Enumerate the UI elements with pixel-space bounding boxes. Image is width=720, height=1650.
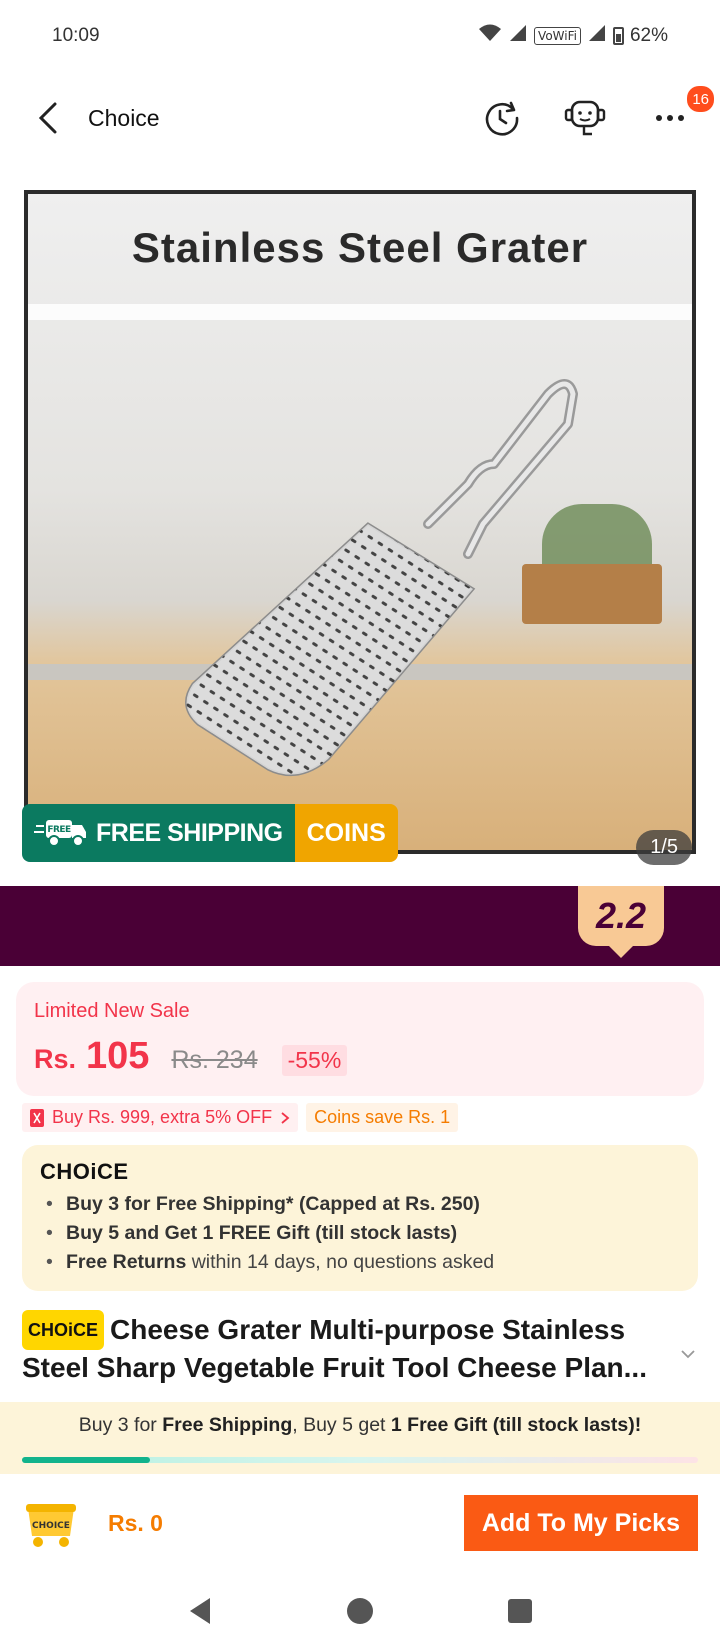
picks-total: Rs. 0 — [108, 1509, 163, 1536]
promo-tag: 2.2 — [578, 886, 664, 958]
header-actions: 16 — [480, 86, 714, 140]
promo-band[interactable]: 2.2 — [0, 886, 720, 966]
notification-badge: 16 — [687, 86, 714, 112]
bottom-bar: CHOICE Rs. 0 Add To My Picks — [0, 1474, 720, 1572]
svg-text:CHOICE: CHOICE — [32, 1521, 70, 1531]
price-card: Limited New Sale Rs. 105 Rs. 234 -55% — [16, 982, 704, 1096]
product-title-block[interactable]: CHOiCE Cheese Grater Multi-purpose Stainl… — [22, 1310, 695, 1386]
signal-icon-2 — [587, 23, 607, 49]
sale-label: Limited New Sale — [34, 1000, 190, 1022]
vowifi-label: VoWiFi — [534, 27, 581, 45]
benefit-item: Free Returns within 14 days, no question… — [40, 1251, 680, 1274]
home-circle-icon[interactable] — [342, 1593, 378, 1629]
benefit-item: Buy 5 and Get 1 FREE Gift (till stock la… — [40, 1222, 680, 1245]
battery-icon — [612, 27, 624, 45]
free-shipping-banner: FREE FREE SHIPPING COINS — [22, 804, 398, 862]
status-time: 10:09 — [52, 25, 100, 46]
chevron-left-icon[interactable] — [28, 98, 68, 138]
product-title-text: Cheese Grater Multi-purpose Stainless St… — [22, 1314, 647, 1383]
chevron-down-icon[interactable] — [680, 1346, 696, 1364]
price-currency: Rs. — [34, 1044, 77, 1074]
product-image[interactable]: Stainless Steel Grater — [24, 190, 696, 854]
status-icons: VoWiFi 62% — [478, 23, 668, 49]
product-title: CHOiCE Cheese Grater Multi-purpose Stainl… — [22, 1310, 662, 1386]
bundle-strip[interactable]: Buy 3 for Free Shipping, Buy 5 get 1 Fre… — [0, 1402, 720, 1474]
free-shipping-section: FREE FREE SHIPPING — [22, 804, 295, 862]
choice-benefits-card[interactable]: CHOiCE Buy 3 for Free Shipping* (Capped … — [22, 1145, 698, 1291]
wifi-icon — [478, 23, 502, 49]
free-shipping-label: FREE SHIPPING — [96, 818, 283, 847]
coupon-chip-store[interactable]: Buy Rs. 999, extra 5% OFF — [22, 1103, 299, 1132]
history-icon[interactable] — [480, 96, 524, 140]
benefits-list: Buy 3 for Free Shipping* (Capped at Rs. … — [40, 1193, 680, 1274]
price-row: Rs. 105 Rs. 234 -55% — [34, 1035, 686, 1078]
signal-icon — [508, 23, 528, 49]
free-tag: FREE — [47, 825, 71, 835]
recents-square-icon[interactable] — [502, 1593, 538, 1629]
truck-icon: FREE — [34, 820, 86, 847]
add-to-picks-button[interactable]: Add To My Picks — [463, 1495, 698, 1551]
coupon-chip-label: Buy Rs. 999, extra 5% OFF — [52, 1107, 273, 1127]
bundle-text-2: , Buy 5 get — [292, 1414, 391, 1436]
original-price: Rs. 234 — [171, 1046, 258, 1074]
choice-logo: CHOiCE — [40, 1159, 129, 1184]
more-dots-icon[interactable]: 16 — [648, 86, 714, 140]
coupon-chips: Buy Rs. 999, extra 5% OFF Coins save Rs.… — [22, 1103, 459, 1132]
status-bar: 10:09 VoWiFi 62% — [0, 0, 720, 72]
app-header: Choice 16 — [0, 72, 720, 164]
coins-save-chip[interactable]: Coins save Rs. 1 — [306, 1103, 459, 1132]
coupon-icon — [30, 1108, 44, 1127]
back-triangle-icon[interactable] — [182, 1593, 218, 1629]
bundle-progress-bar — [22, 1457, 698, 1463]
grater-illustration — [185, 379, 578, 777]
bundle-progress-fill — [22, 1457, 151, 1463]
image-pager: 1/5 — [636, 830, 692, 865]
benefit-item: Buy 3 for Free Shipping* (Capped at Rs. … — [40, 1193, 680, 1216]
system-nav-bar — [0, 1572, 720, 1650]
discount-badge: -55% — [281, 1045, 348, 1076]
choice-pill: CHOiCE — [22, 1310, 105, 1350]
bundle-bold-gift: 1 Free Gift (till stock lasts)! — [390, 1414, 642, 1436]
support-bot-icon[interactable] — [564, 96, 608, 140]
choice-cart-icon[interactable]: CHOICE — [22, 1496, 80, 1550]
chevron-right-icon — [281, 1111, 290, 1124]
battery-percent: 62% — [629, 25, 668, 46]
bundle-bold-shipping: Free Shipping — [162, 1414, 293, 1436]
product-gallery[interactable]: Stainless Steel Grater FREE FREE SHIPPIN… — [0, 178, 720, 868]
price-value: 105 — [86, 1035, 150, 1077]
coins-label: COINS — [294, 804, 398, 862]
page-title: Choice — [88, 104, 160, 131]
bundle-text: Buy 3 for — [78, 1414, 163, 1436]
